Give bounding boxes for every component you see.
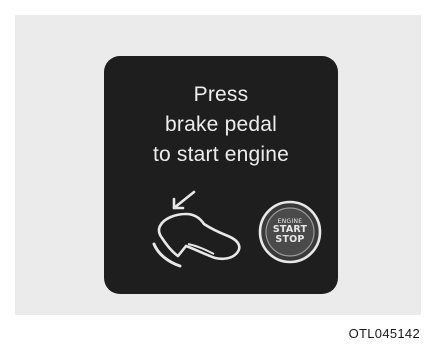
brake-pedal-icon xyxy=(152,190,241,268)
cluster-display-panel: Press brake pedal to start engine ENGINE… xyxy=(104,56,338,294)
message-line-1: Press xyxy=(193,83,249,106)
message-line-2: brake pedal xyxy=(165,113,277,136)
arrow-down-left-icon xyxy=(172,190,196,210)
message-line-3: to start engine xyxy=(152,143,290,166)
warning-message: Press brake pedal to start engine xyxy=(104,80,338,170)
figure-code: OTL045142 xyxy=(348,326,420,341)
start-button-label: ENGINE START STOP xyxy=(258,200,322,264)
start-button-line-3: STOP xyxy=(275,234,305,246)
